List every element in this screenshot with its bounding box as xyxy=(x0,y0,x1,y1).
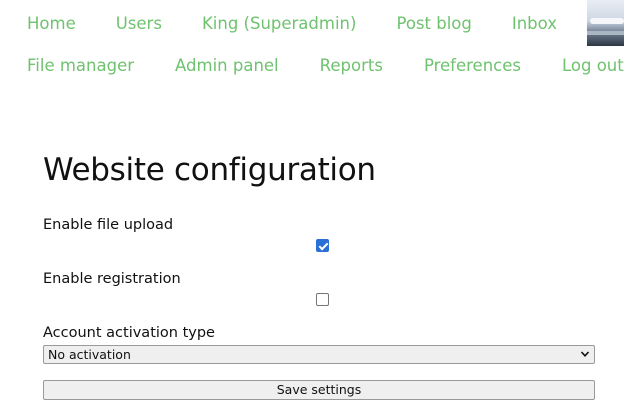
save-settings-button[interactable]: Save settings xyxy=(43,380,595,400)
nav-link-log-out[interactable]: Log out xyxy=(562,55,624,77)
page-title: Website configuration xyxy=(43,152,376,188)
activation-type-label: Account activation type xyxy=(43,325,215,341)
nav-link-preferences[interactable]: Preferences xyxy=(424,55,521,77)
nav-link-home[interactable]: Home xyxy=(27,13,76,35)
nav-link-reports[interactable]: Reports xyxy=(320,55,383,77)
top-navigation: Home Users King (Superadmin) Post blog I… xyxy=(0,0,624,90)
nav-row-secondary: File manager Admin panel Reports Prefere… xyxy=(27,55,624,77)
nav-link-users[interactable]: Users xyxy=(116,13,162,35)
nav-link-file-manager[interactable]: File manager xyxy=(27,55,134,77)
activation-type-select[interactable]: No activation xyxy=(43,345,595,364)
registration-label: Enable registration xyxy=(43,271,181,287)
nav-link-profile[interactable]: King (Superadmin) xyxy=(202,13,357,35)
nav-link-admin-panel[interactable]: Admin panel xyxy=(175,55,279,77)
avatar-band xyxy=(587,31,624,35)
chevron-down-icon xyxy=(580,351,590,357)
user-avatar-image[interactable] xyxy=(587,0,624,46)
activation-type-value: No activation xyxy=(48,347,131,362)
nav-link-post-blog[interactable]: Post blog xyxy=(396,13,471,35)
avatar-highlight xyxy=(590,18,624,24)
file-upload-checkbox[interactable] xyxy=(316,239,329,252)
settings-panel: Website configuration Enable file upload… xyxy=(43,148,595,400)
nav-row-primary: Home Users King (Superadmin) Post blog I… xyxy=(27,13,597,35)
file-upload-label: Enable file upload xyxy=(43,217,174,233)
nav-link-inbox[interactable]: Inbox xyxy=(512,13,557,35)
registration-checkbox[interactable] xyxy=(316,293,329,306)
